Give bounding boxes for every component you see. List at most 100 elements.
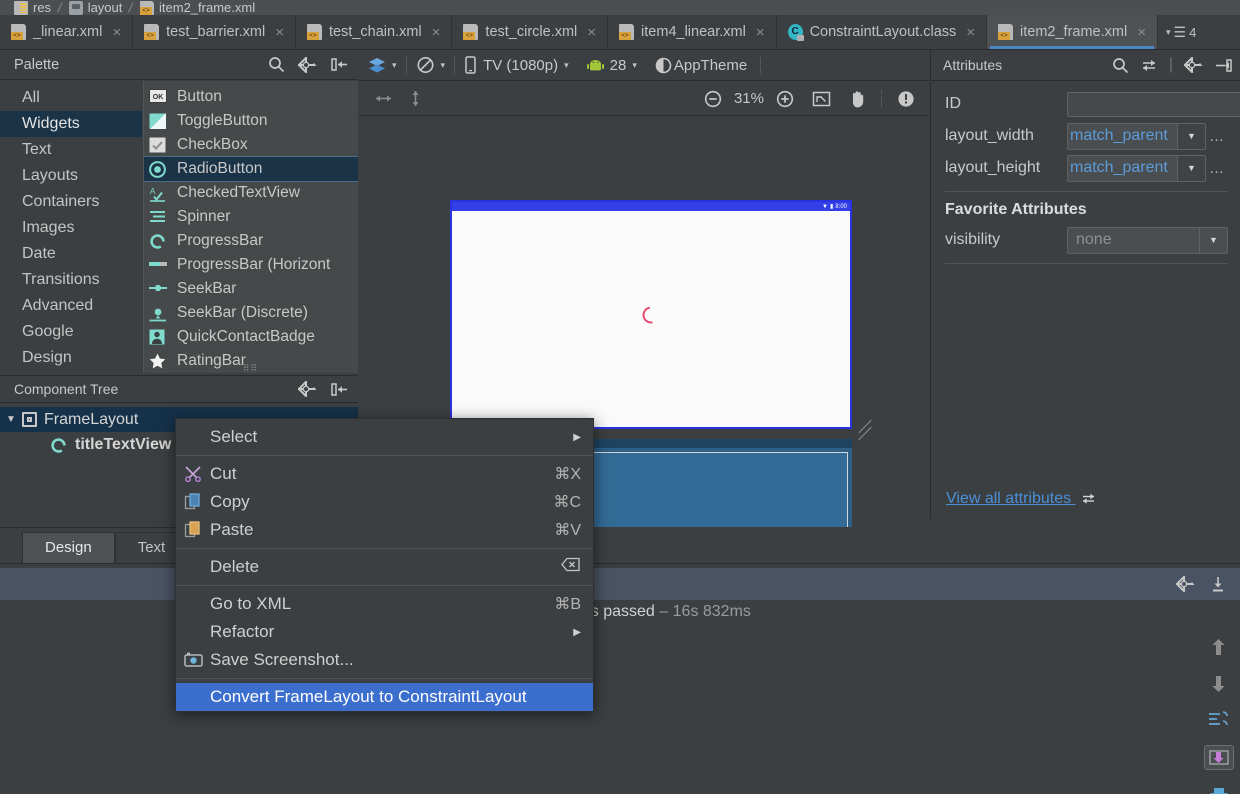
resize-horizontal-icon[interactable] <box>359 92 403 105</box>
chevron-down-icon[interactable]: ▼ <box>1177 123 1205 149</box>
menu-item-select[interactable]: Select ▶ <box>176 423 593 451</box>
close-icon[interactable]: × <box>112 24 121 41</box>
layout-mode-button[interactable]: ▾ <box>359 57 406 73</box>
palette-widget-togglebutton[interactable]: ToggleButton <box>144 109 358 133</box>
palette-category-date[interactable]: Date <box>0 241 142 267</box>
arrow-up-icon[interactable] <box>1210 638 1227 657</box>
menu-item-save-screenshot[interactable]: Save Screenshot... <box>176 646 593 674</box>
context-menu[interactable]: Select ▶ Cut ⌘X Copy ⌘C Paste ⌘V Delete Go to XML… <box>175 418 594 712</box>
gear-icon[interactable] <box>1176 576 1196 592</box>
view-all-attributes-link[interactable]: View all attributes <box>946 490 1097 508</box>
zoom-fit-button[interactable] <box>803 91 840 107</box>
id-field[interactable] <box>1067 91 1240 117</box>
palette-widget-list[interactable]: OK Button ToggleButton CheckBox RadioButton A… <box>143 81 358 373</box>
api-level-selector[interactable]: 28 ▾ <box>578 57 646 74</box>
menu-item-cut[interactable]: Cut ⌘X <box>176 460 593 488</box>
palette-category-widgets[interactable]: Widgets <box>0 111 142 137</box>
theme-selector[interactable]: AppTheme <box>646 57 756 74</box>
palette-category-layouts[interactable]: Layouts <box>0 163 142 189</box>
tab-design[interactable]: Design <box>22 532 115 563</box>
pan-hand-icon[interactable] <box>840 90 875 108</box>
zoom-in-button[interactable] <box>767 90 803 108</box>
blueprint-resize-handle[interactable] <box>856 419 878 442</box>
palette-widget-button[interactable]: OK Button <box>144 85 358 109</box>
menu-item-delete[interactable]: Delete <box>176 553 593 581</box>
collapse-icon[interactable] <box>331 382 348 397</box>
layout-height-more-button[interactable]: … <box>1206 160 1228 177</box>
search-icon[interactable] <box>268 56 285 73</box>
palette-widget-checkedtextview[interactable]: A CheckedTextView <box>144 181 358 205</box>
menu-item-convert-framelayout-to-constraintlayout[interactable]: Convert FrameLayout to ConstraintLayout <box>176 683 593 711</box>
chevron-down-icon[interactable]: ▼ <box>1177 155 1205 181</box>
palette-widget-progressbar[interactable]: ProgressBar <box>144 229 358 253</box>
tab-test-circle-xml[interactable]: test_circle.xml × <box>452 15 609 49</box>
palette-resize-grip[interactable]: ⠿⠿ <box>143 363 358 373</box>
swap-icon[interactable] <box>1140 58 1158 72</box>
tab-constraintlayout-class[interactable]: C ConstraintLayout.class × <box>777 15 988 49</box>
tab-test-barrier-xml[interactable]: test_barrier.xml × <box>133 15 296 49</box>
palette-widget-spinner[interactable]: Spinner <box>144 205 358 229</box>
close-icon[interactable]: × <box>587 24 596 41</box>
collapse-icon[interactable] <box>331 57 348 72</box>
palette-category-advanced[interactable]: Advanced <box>0 293 142 319</box>
layout-width-more-button[interactable]: … <box>1206 128 1228 145</box>
visibility-combo[interactable]: none ▼ <box>1067 226 1228 254</box>
device-preview[interactable]: ▼ ▮ 8:00 <box>450 200 852 429</box>
palette-widget-seekbar-discrete[interactable]: SeekBar (Discrete) <box>144 301 358 325</box>
tab-linear-xml[interactable]: _linear.xml × <box>0 15 134 49</box>
test-duration: 16s 832ms <box>672 603 751 620</box>
palette-category-containers[interactable]: Containers <box>0 189 142 215</box>
close-icon[interactable]: × <box>1137 24 1146 41</box>
palette-category-images[interactable]: Images <box>0 215 142 241</box>
chevron-down-icon[interactable]: ▼ <box>1199 227 1227 253</box>
tab-item4-linear-xml[interactable]: item4_linear.xml × <box>608 15 777 49</box>
gear-icon[interactable] <box>1184 57 1204 73</box>
palette-widget-progressbar-horizont[interactable]: ProgressBar (Horizont <box>144 253 358 277</box>
layout-height-combo[interactable]: match_parent ▼ <box>1067 154 1206 182</box>
palette-widget-label: ProgressBar (Horizont <box>177 256 331 273</box>
palette-widget-checkbox[interactable]: CheckBox <box>144 133 358 157</box>
palette-category-list[interactable]: All Widgets Text Layouts Containers Images Dat… <box>0 81 142 373</box>
warning-icon[interactable] <box>888 90 929 108</box>
expand-arrow-icon[interactable]: ▼ <box>0 414 22 425</box>
gear-icon[interactable] <box>298 381 318 397</box>
menu-item-go-to-xml[interactable]: Go to XML ⌘B <box>176 590 593 618</box>
export-icon[interactable] <box>1210 576 1226 593</box>
progress-bar-icon <box>149 233 169 249</box>
tab-overflow-button[interactable]: ▾ ☰ 4 <box>1158 15 1204 49</box>
close-icon[interactable]: × <box>432 24 441 41</box>
palette-category-transitions[interactable]: Transitions <box>0 267 142 293</box>
chevron-down-icon: ▾ <box>632 59 637 70</box>
close-icon[interactable]: × <box>275 24 284 41</box>
palette-widget-seekbar[interactable]: SeekBar <box>144 277 358 301</box>
gear-icon[interactable] <box>298 56 318 73</box>
palette-category-design[interactable]: Design <box>0 345 142 371</box>
layout-width-combo[interactable]: match_parent ▼ <box>1067 122 1206 150</box>
menu-item-copy[interactable]: Copy ⌘C <box>176 488 593 516</box>
tab-item2-frame-xml[interactable]: item2_frame.xml × <box>987 15 1158 49</box>
zoom-out-button[interactable] <box>695 90 731 108</box>
close-icon[interactable]: × <box>966 24 975 41</box>
close-icon[interactable]: × <box>756 24 765 41</box>
palette-widget-quickcontactbadge[interactable]: QuickContactBadge <box>144 325 358 349</box>
sort-icon[interactable] <box>1208 710 1229 728</box>
menu-item-paste[interactable]: Paste ⌘V <box>176 516 593 544</box>
orientation-button[interactable]: ▾ <box>407 56 455 74</box>
resize-vertical-icon[interactable] <box>403 88 431 109</box>
arrow-down-icon[interactable] <box>1210 674 1227 693</box>
palette-widget-radiobutton[interactable]: RadioButton <box>144 156 358 182</box>
print-icon[interactable] <box>1209 787 1229 794</box>
tab-test-chain-xml[interactable]: test_chain.xml × <box>296 15 453 49</box>
menu-item-refactor[interactable]: Refactor ▶ <box>176 618 593 646</box>
device-selector[interactable]: TV (1080p) ▾ <box>455 56 578 74</box>
palette-category-all[interactable]: All <box>0 85 142 111</box>
collapse-right-icon[interactable] <box>1215 58 1232 73</box>
breadcrumb-item-file[interactable]: item2_frame.xml <box>140 0 255 15</box>
palette-category-google[interactable]: Google <box>0 319 142 345</box>
breadcrumb-item-layout[interactable]: layout <box>68 0 122 15</box>
search-icon[interactable] <box>1112 57 1129 74</box>
palette-category-text[interactable]: Text <box>0 137 142 163</box>
import-icon[interactable] <box>1203 745 1234 770</box>
menu-item-icon-placeholder <box>184 623 206 641</box>
breadcrumb-item-res[interactable]: res <box>14 0 51 15</box>
